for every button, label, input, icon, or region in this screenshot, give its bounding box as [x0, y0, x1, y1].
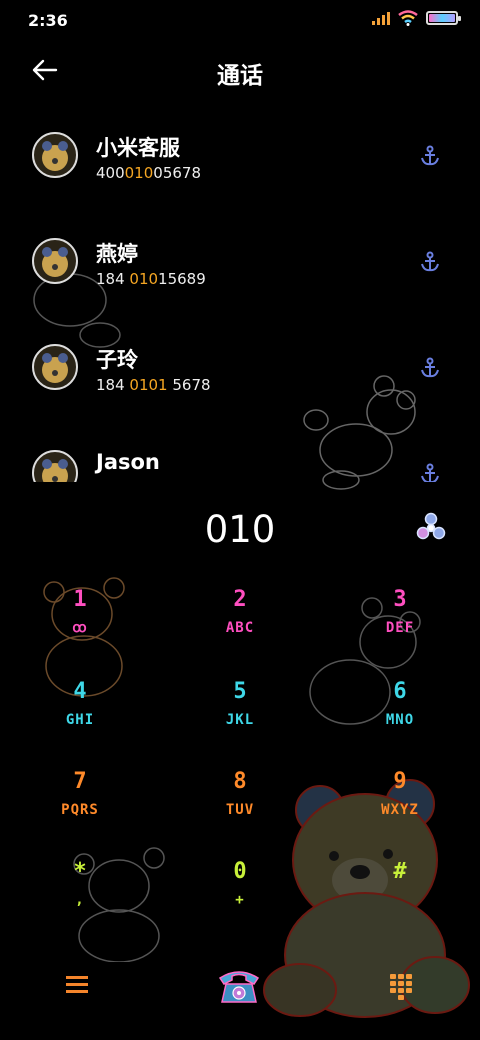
key-digit: 5 [233, 679, 247, 704]
header: 通话 [0, 48, 480, 92]
status-time: 2:36 [28, 11, 68, 30]
key-1[interactable]: 1ꝏ [0, 586, 160, 676]
key-0[interactable]: 0 + [160, 858, 320, 948]
key-letters: + [235, 892, 245, 908]
key-3[interactable]: 3 DEF [320, 586, 480, 676]
contact-number: 184 01015689 [96, 270, 206, 288]
key-letters: ABC [225, 620, 255, 636]
status-icons [372, 10, 461, 26]
anchor-icon[interactable] [418, 356, 442, 380]
key-letters: , [75, 892, 85, 908]
bottom-bar [0, 960, 480, 1020]
status-bar: 2:36 [0, 0, 480, 40]
key-digit: 6 [393, 679, 407, 704]
key-digit: 3 [393, 587, 407, 612]
key-8[interactable]: 8 TUV [160, 768, 320, 858]
key-letters: JKL [225, 712, 255, 728]
avatar [32, 344, 78, 390]
key-9[interactable]: 9 WXYZ [320, 768, 480, 858]
dialpad-icon[interactable] [390, 974, 412, 1000]
key-7[interactable]: 7 PQRS [0, 768, 160, 858]
key-letters: WXYZ [381, 802, 419, 818]
contact-list[interactable]: 小米客服 40001005678 燕婷 184 01015689 子玲 184 … [0, 110, 480, 482]
key-6[interactable]: 6 MNO [320, 678, 480, 768]
key-digit: # [393, 859, 407, 884]
key-digit: 7 [73, 769, 87, 794]
key-letters: TUV [225, 802, 255, 818]
contact-name: 小米客服 [96, 136, 180, 160]
key-digit: 0 [233, 859, 247, 884]
avatar [32, 132, 78, 178]
list-item[interactable]: 燕婷 184 01015689 [0, 216, 480, 322]
key-letters: MNO [385, 712, 415, 728]
contact-number: 40001005678 [96, 164, 201, 182]
key-digit: 8 [233, 769, 247, 794]
anchor-icon[interactable] [418, 250, 442, 274]
dialed-number: 010 [204, 508, 276, 551]
spinner-delete-icon[interactable] [416, 512, 446, 542]
key-digit: 4 [73, 679, 87, 704]
key-digit: 9 [393, 769, 407, 794]
key-digit: * [73, 859, 87, 884]
wifi-icon [398, 10, 418, 26]
signal-icon [372, 11, 390, 25]
avatar [32, 238, 78, 284]
key-digit: 1 [73, 587, 87, 612]
page-title: 通话 [217, 63, 263, 89]
key-letters: ꝏ [72, 620, 88, 636]
telephone-icon[interactable] [216, 966, 262, 1006]
key-letters: GHI [65, 712, 95, 728]
contact-number: 184 0101 5678 [96, 376, 211, 394]
contact-name: Jason [96, 450, 160, 474]
anchor-icon[interactable] [418, 462, 442, 482]
key-digit: 2 [233, 587, 247, 612]
list-item[interactable]: 小米客服 40001005678 [0, 110, 480, 216]
contact-name: 燕婷 [96, 242, 138, 266]
key-4[interactable]: 4 GHI [0, 678, 160, 768]
key-hash[interactable]: # [320, 858, 480, 948]
battery-icon [426, 11, 461, 25]
menu-icon[interactable] [66, 976, 88, 994]
avatar [32, 450, 78, 482]
key-letters: DEF [385, 620, 415, 636]
key-5[interactable]: 5 JKL [160, 678, 320, 768]
list-item[interactable]: 子玲 184 0101 5678 [0, 322, 480, 428]
key-star[interactable]: *, [0, 858, 160, 948]
key-letters: PQRS [61, 802, 99, 818]
key-2[interactable]: 2 ABC [160, 586, 320, 676]
contact-name: 子玲 [96, 348, 138, 372]
anchor-icon[interactable] [418, 144, 442, 168]
list-item[interactable]: Jason [0, 428, 480, 482]
